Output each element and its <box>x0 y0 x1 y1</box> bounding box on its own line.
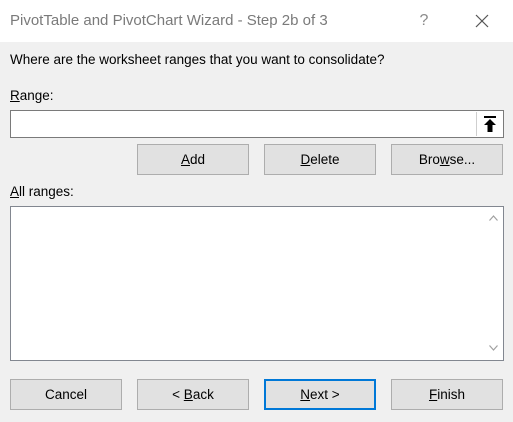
browse-post: se... <box>449 152 476 167</box>
consolidate-prompt: Where are the worksheet ranges that you … <box>10 52 385 67</box>
range-label: Range: <box>10 88 54 103</box>
next-button[interactable]: Next > <box>264 379 376 410</box>
add-button[interactable]: Add <box>137 144 249 175</box>
delete-button[interactable]: Delete <box>264 144 376 175</box>
all-ranges-listbox[interactable] <box>10 206 504 361</box>
all-ranges-mnemonic: A <box>10 184 20 199</box>
delete-mnemonic: D <box>300 152 311 167</box>
next-rest: ext > <box>310 387 340 402</box>
collapse-dialog-icon <box>484 116 496 132</box>
scroll-up-button[interactable] <box>485 210 502 227</box>
finish-mnemonic: F <box>428 387 438 402</box>
next-mnemonic: N <box>300 387 311 402</box>
close-icon <box>475 14 489 28</box>
add-rest: dd <box>189 152 206 167</box>
finish-rest: inish <box>437 387 465 402</box>
browse-pre: Bro <box>418 152 440 167</box>
back-post: ack <box>192 387 214 402</box>
range-input[interactable] <box>10 110 504 138</box>
window-title: PivotTable and PivotChart Wizard - Step … <box>10 12 328 29</box>
chevron-down-icon <box>489 345 498 351</box>
all-ranges-rest: ll ranges: <box>19 184 74 199</box>
range-label-rest: ange: <box>19 88 54 103</box>
back-button[interactable]: < Back <box>137 379 249 410</box>
scroll-down-button[interactable] <box>485 340 502 357</box>
title-bar: PivotTable and PivotChart Wizard - Step … <box>0 0 513 42</box>
pivot-wizard-dialog: PivotTable and PivotChart Wizard - Step … <box>0 0 513 422</box>
collapse-dialog-button[interactable] <box>476 112 502 136</box>
cancel-button[interactable]: Cancel <box>10 379 122 410</box>
finish-button[interactable]: Finish <box>391 379 503 410</box>
help-button[interactable]: ? <box>410 9 438 33</box>
close-button[interactable] <box>464 6 500 36</box>
range-label-mnemonic: R <box>10 88 20 103</box>
all-ranges-label: All ranges: <box>10 184 74 199</box>
delete-rest: elete <box>310 152 340 167</box>
browse-mnemonic: w <box>439 152 450 167</box>
chevron-up-icon <box>489 215 498 221</box>
listbox-scrollbar[interactable] <box>485 208 502 359</box>
back-mnemonic: B <box>183 387 193 402</box>
browse-button[interactable]: Browse... <box>391 144 503 175</box>
back-pre: < <box>172 387 184 402</box>
add-mnemonic: A <box>180 152 190 167</box>
